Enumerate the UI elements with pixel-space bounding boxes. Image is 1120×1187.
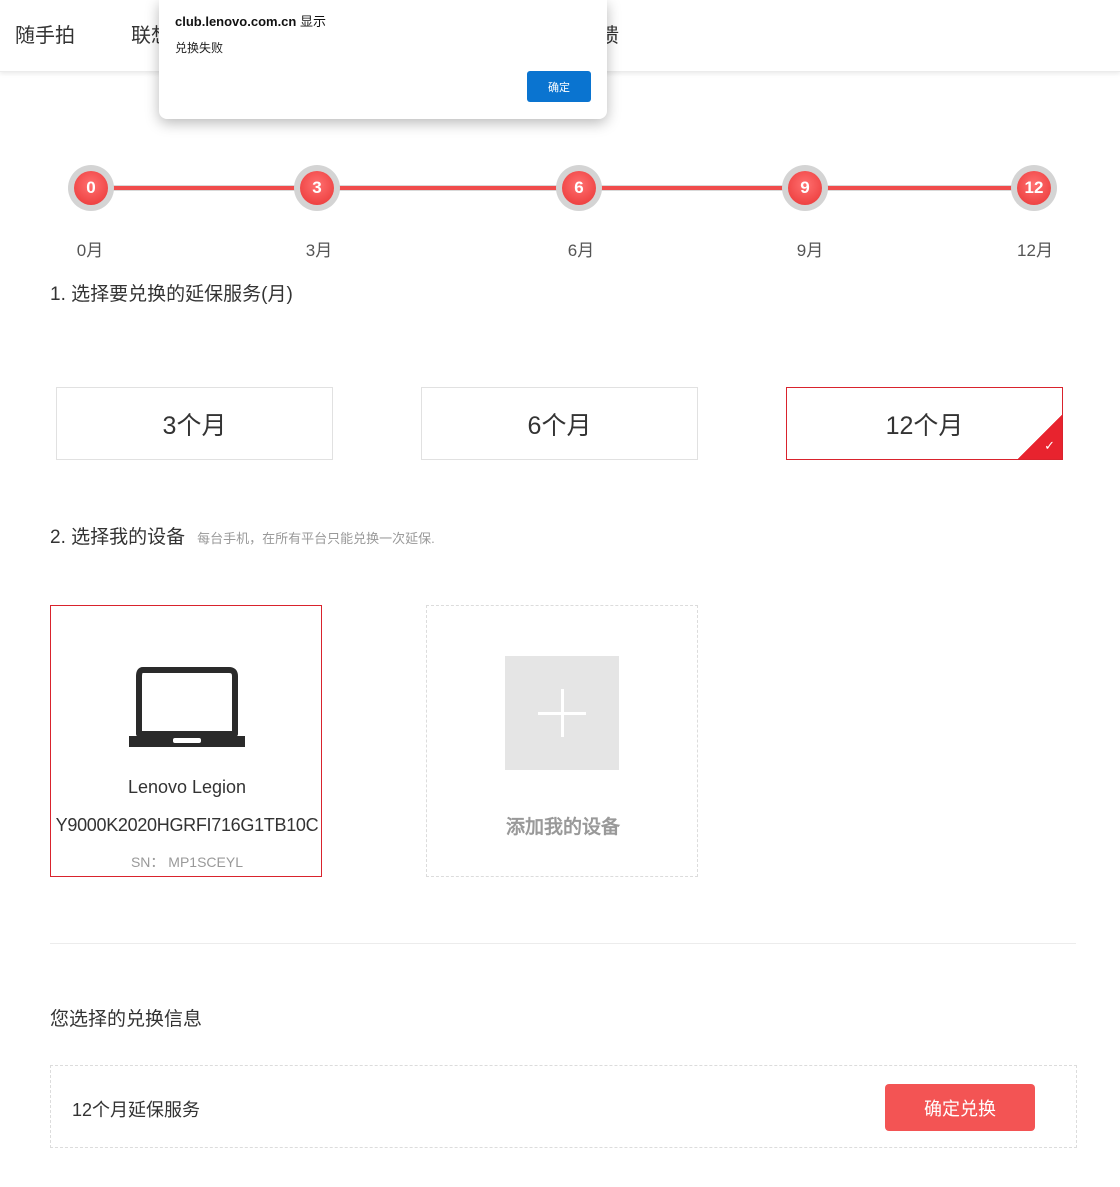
summary-title: 您选择的兑换信息	[50, 1009, 203, 1030]
step2-title-text: 2. 选择我的设备	[50, 527, 186, 548]
timeline-node-3: 3	[294, 165, 340, 211]
timeline-node-value: 9	[788, 171, 822, 205]
dialog-message: 兑换失败	[175, 41, 224, 55]
step2-note: 每台手机，在所有平台只能兑换一次延保.	[197, 531, 435, 546]
option-12-months[interactable]: 12个月 ✓	[786, 387, 1063, 460]
option-3-months[interactable]: 3个月	[56, 387, 333, 460]
timeline-label: 6月	[567, 241, 595, 260]
dialog-ok-button[interactable]: 确定	[527, 71, 591, 102]
dialog-title-suffix: 显示	[299, 14, 326, 29]
summary-box: 12个月延保服务 确定兑换	[50, 1065, 1077, 1148]
alert-dialog: club.lenovo.com.cn 显示 兑换失败 确定	[159, 0, 607, 119]
timeline-node-value: 12	[1017, 171, 1051, 205]
laptop-icon	[129, 667, 245, 747]
timeline-node-0: 0	[68, 165, 114, 211]
checkmark-icon: ✓	[1044, 438, 1055, 453]
timeline-node-value: 6	[562, 171, 596, 205]
selected-corner-badge: ✓	[1018, 415, 1062, 459]
timeline-label: 3月	[305, 241, 333, 260]
timeline-node-9: 9	[782, 165, 828, 211]
step1-title: 1. 选择要兑换的延保服务(月)	[50, 284, 293, 305]
add-device-card[interactable]: 添加我的设备	[426, 605, 698, 877]
device-name: Lenovo Legion	[127, 777, 247, 797]
device-card[interactable]: Lenovo Legion Y9000K2020HGRFI716G1TB10C …	[50, 605, 322, 877]
timeline-node-6: 6	[556, 165, 602, 211]
divider	[50, 943, 1076, 944]
device-sn: SN： MP1SCEYL	[130, 854, 244, 870]
add-device-label: 添加我的设备	[505, 817, 620, 838]
timeline-label: 0月	[76, 241, 104, 260]
nav-item-suishoupai[interactable]: 随手拍	[15, 24, 75, 48]
dialog-title-host: club.lenovo.com.cn	[175, 14, 297, 29]
option-6-months[interactable]: 6个月	[421, 387, 698, 460]
dialog-title: club.lenovo.com.cn 显示	[175, 11, 326, 30]
confirm-exchange-button[interactable]: 确定兑换	[885, 1084, 1035, 1131]
timeline-label: 9月	[796, 241, 824, 260]
timeline-label: 12月	[1017, 241, 1053, 260]
summary-selected-text: 12个月延保服务	[72, 1100, 201, 1120]
month-timeline: 0 3 6 9 12 0月 3月 6月 9月 12月	[0, 160, 1120, 270]
step2-title: 2. 选择我的设备 每台手机，在所有平台只能兑换一次延保.	[50, 522, 435, 549]
timeline-node-12: 12	[1011, 165, 1057, 211]
option-label: 3个月	[162, 411, 227, 440]
option-label: 12个月	[885, 411, 964, 440]
device-model: Y9000K2020HGRFI716G1TB10C	[55, 815, 319, 835]
timeline-node-value: 3	[300, 171, 334, 205]
timeline-node-value: 0	[74, 171, 108, 205]
option-label: 6个月	[527, 411, 592, 440]
plus-icon	[505, 656, 619, 770]
